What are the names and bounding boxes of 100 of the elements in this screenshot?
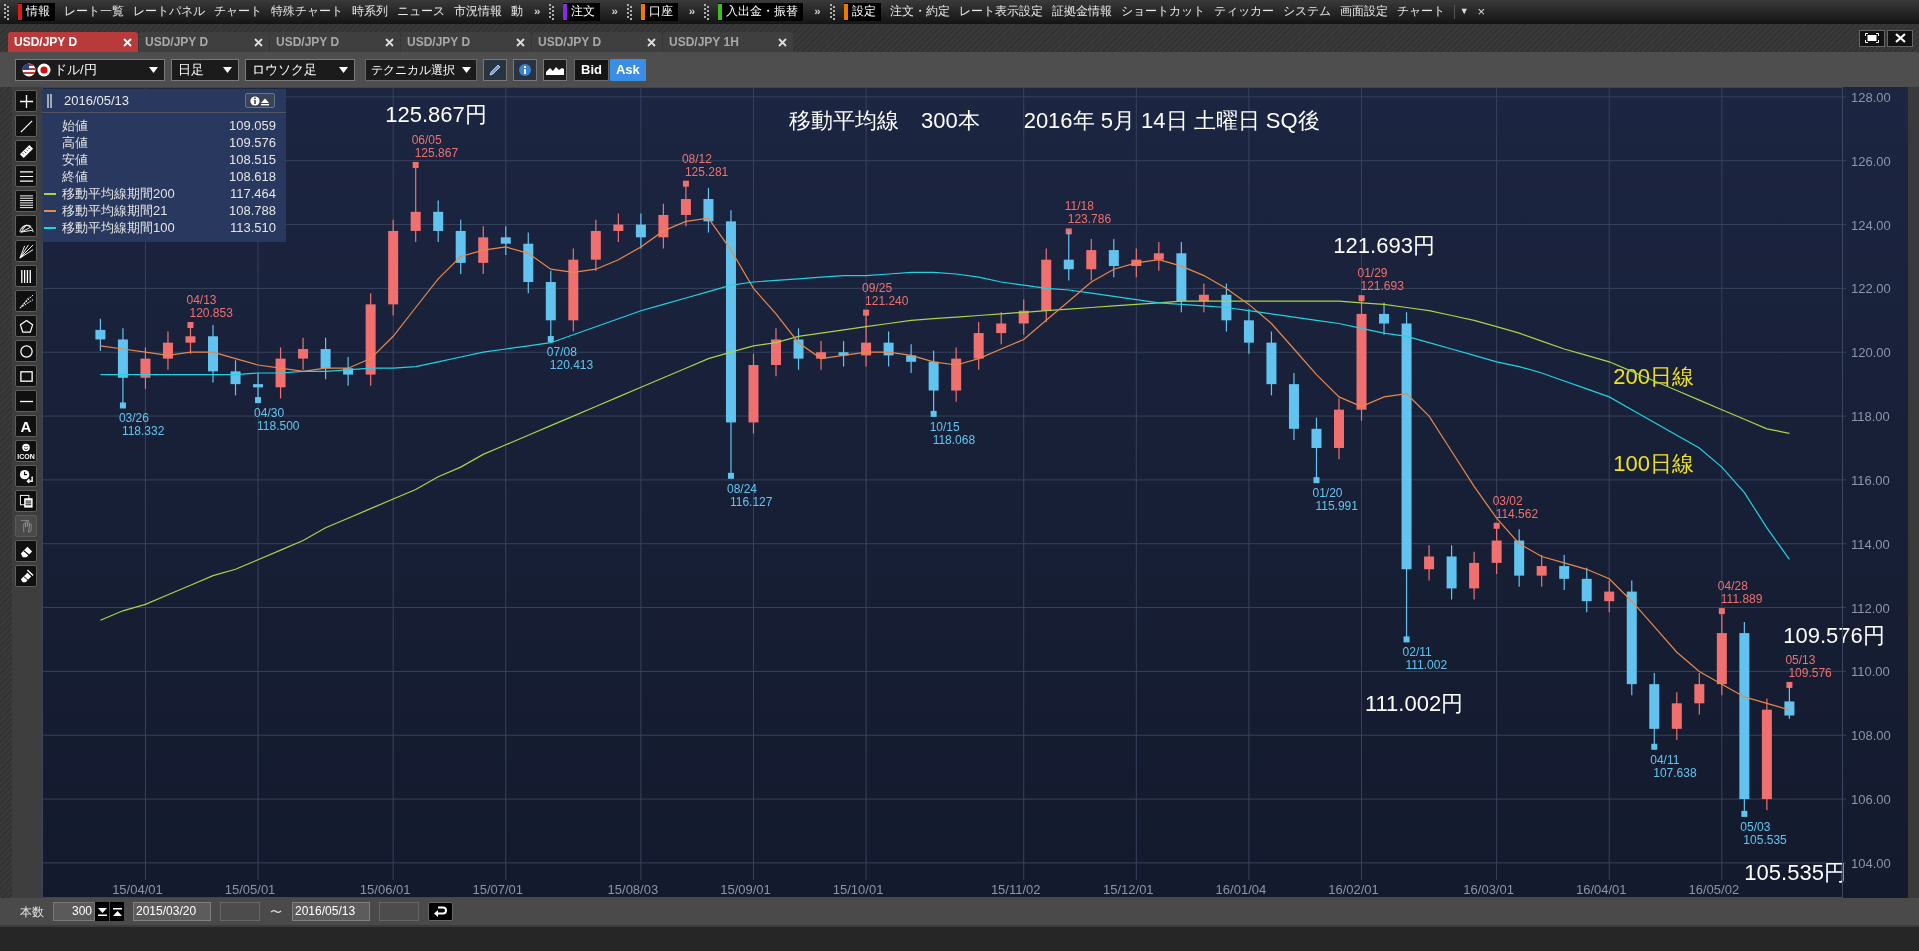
maximize-button[interactable] <box>1859 29 1885 47</box>
menu-item[interactable]: 動 <box>511 3 523 21</box>
close-button[interactable]: × <box>1477 2 1486 22</box>
menu-item[interactable]: 注文・約定 <box>889 3 950 21</box>
return-arrow-icon[interactable] <box>434 906 447 917</box>
close-icon[interactable] <box>647 37 656 47</box>
chart-note: 111.002円 <box>1364 691 1464 717</box>
menu-item[interactable]: 画面設定 <box>1339 3 1388 21</box>
candlestick <box>590 219 601 272</box>
currency-pair-dropdown[interactable]: ドル/円 <box>15 58 165 81</box>
menu-item[interactable]: ショートカット <box>1120 3 1205 21</box>
pencil-button[interactable] <box>483 58 507 81</box>
reset-button[interactable] <box>428 902 453 921</box>
menu-section-button[interactable]: 入出金・振替 <box>718 3 804 21</box>
menu-section-button[interactable]: 注文 <box>563 3 601 21</box>
info-button[interactable] <box>513 58 537 81</box>
time-field[interactable] <box>220 902 260 921</box>
maximize-icon[interactable] <box>1865 33 1879 43</box>
decrement-button[interactable] <box>95 902 109 921</box>
grip-icon[interactable] <box>829 4 835 20</box>
more-button[interactable]: » <box>611 3 618 21</box>
grip-icon[interactable] <box>626 4 632 20</box>
increment-button[interactable] <box>110 902 124 921</box>
close-icon[interactable] <box>385 37 394 47</box>
menu-section-button[interactable]: 設定 <box>843 3 881 21</box>
pencil-icon[interactable] <box>488 62 502 77</box>
down-arrow-icon[interactable] <box>97 907 107 916</box>
menu-item[interactable]: ティッカー <box>1213 3 1274 21</box>
chart-tab[interactable]: USD/JPY 1H <box>663 32 793 52</box>
caret-icon[interactable] <box>339 66 348 73</box>
candlestick <box>545 270 556 340</box>
menu-item[interactable]: チャート <box>214 3 262 21</box>
more-button[interactable]: » <box>688 3 696 21</box>
caret-icon[interactable] <box>223 66 232 73</box>
dropdown-button[interactable]: ▼ <box>1453 5 1469 19</box>
menu-item[interactable]: レート表示設定 <box>958 3 1043 21</box>
candlestick <box>1063 230 1074 281</box>
axis-label: 15/10/01 <box>832 882 884 897</box>
price-marker <box>682 180 689 187</box>
technical-select-button[interactable]: テクニカル選択 <box>365 58 477 81</box>
grip-icon[interactable] <box>4 4 9 20</box>
info-icon[interactable] <box>250 95 270 106</box>
candlestick <box>793 327 804 371</box>
chart-tab[interactable]: USD/JPY D <box>139 32 269 52</box>
grip-icon[interactable] <box>47 93 52 108</box>
menu-item[interactable]: 特殊チャート <box>271 3 343 21</box>
candlestick <box>1153 241 1164 272</box>
grip-icon[interactable] <box>549 4 555 20</box>
time-field[interactable] <box>379 902 419 921</box>
close-icon[interactable] <box>516 37 525 47</box>
close-icon[interactable] <box>254 37 263 47</box>
chart-tab[interactable]: USD/JPY D <box>8 32 138 52</box>
caret-icon[interactable] <box>149 66 158 73</box>
menu-item[interactable]: チャート <box>1396 3 1445 21</box>
chart-tab[interactable]: USD/JPY D <box>270 32 400 52</box>
drawing-tool-button[interactable]: A <box>15 415 37 437</box>
info-collapse-button[interactable] <box>245 93 275 108</box>
candlestick <box>343 356 354 387</box>
chart-tab[interactable]: USD/JPY D <box>532 32 662 52</box>
menu-item[interactable]: システム <box>1282 3 1331 21</box>
menu-section-button[interactable]: 情報 <box>18 3 55 21</box>
mountain-chart-icon[interactable] <box>546 64 564 75</box>
chart-type-dropdown[interactable]: ロウソク足 <box>245 58 355 81</box>
menu-item[interactable]: 時系列 <box>352 3 388 21</box>
legend-value: 109.576 <box>228 133 277 152</box>
more-button[interactable]: » <box>534 3 541 21</box>
chart-tab[interactable]: USD/JPY D <box>401 32 531 52</box>
axis-label: 124.00 <box>1851 217 1891 233</box>
axis-label: 15/08/03 <box>607 882 659 897</box>
info-icon[interactable] <box>518 62 532 77</box>
period-dropdown[interactable]: 日足 <box>171 58 239 81</box>
candlestick <box>140 346 151 390</box>
date-field[interactable]: 2015/03/20 <box>133 902 211 921</box>
close-button[interactable] <box>1887 29 1913 47</box>
legend-value: 108.788 <box>228 201 277 220</box>
candlestick <box>1108 238 1119 278</box>
axis-label: 15/04/01 <box>112 882 163 897</box>
close-icon[interactable] <box>778 37 787 47</box>
more-button[interactable]: » <box>814 3 821 21</box>
candlestick <box>658 203 669 250</box>
smiley-icon[interactable] <box>20 442 32 453</box>
date-field[interactable]: 2016/05/13 <box>292 902 370 921</box>
date-label: 04/28 <box>1717 579 1748 594</box>
mountain-chart-button[interactable] <box>543 58 567 81</box>
menu-item[interactable]: レート一覧 <box>64 3 124 21</box>
grip-icon[interactable] <box>704 4 710 20</box>
menu-item[interactable]: ニュース <box>397 3 445 21</box>
caret-icon[interactable] <box>462 66 471 73</box>
price-marker <box>930 410 937 417</box>
bars-count-field[interactable]: 300 <box>53 902 95 921</box>
menu-item[interactable]: 証拠金情報 <box>1051 3 1112 21</box>
price-mode-button[interactable]: Bid <box>574 58 609 81</box>
menu-section-button[interactable]: 口座 <box>640 3 678 21</box>
candlestick <box>973 321 984 371</box>
candlestick <box>208 324 218 384</box>
menu-item[interactable]: 市況情報 <box>454 3 502 21</box>
menu-item[interactable]: レートパネル <box>133 3 205 21</box>
price-label: 116.127 <box>729 494 773 509</box>
date-label: 04/13 <box>186 293 217 307</box>
up-arrow-icon[interactable] <box>112 907 122 916</box>
